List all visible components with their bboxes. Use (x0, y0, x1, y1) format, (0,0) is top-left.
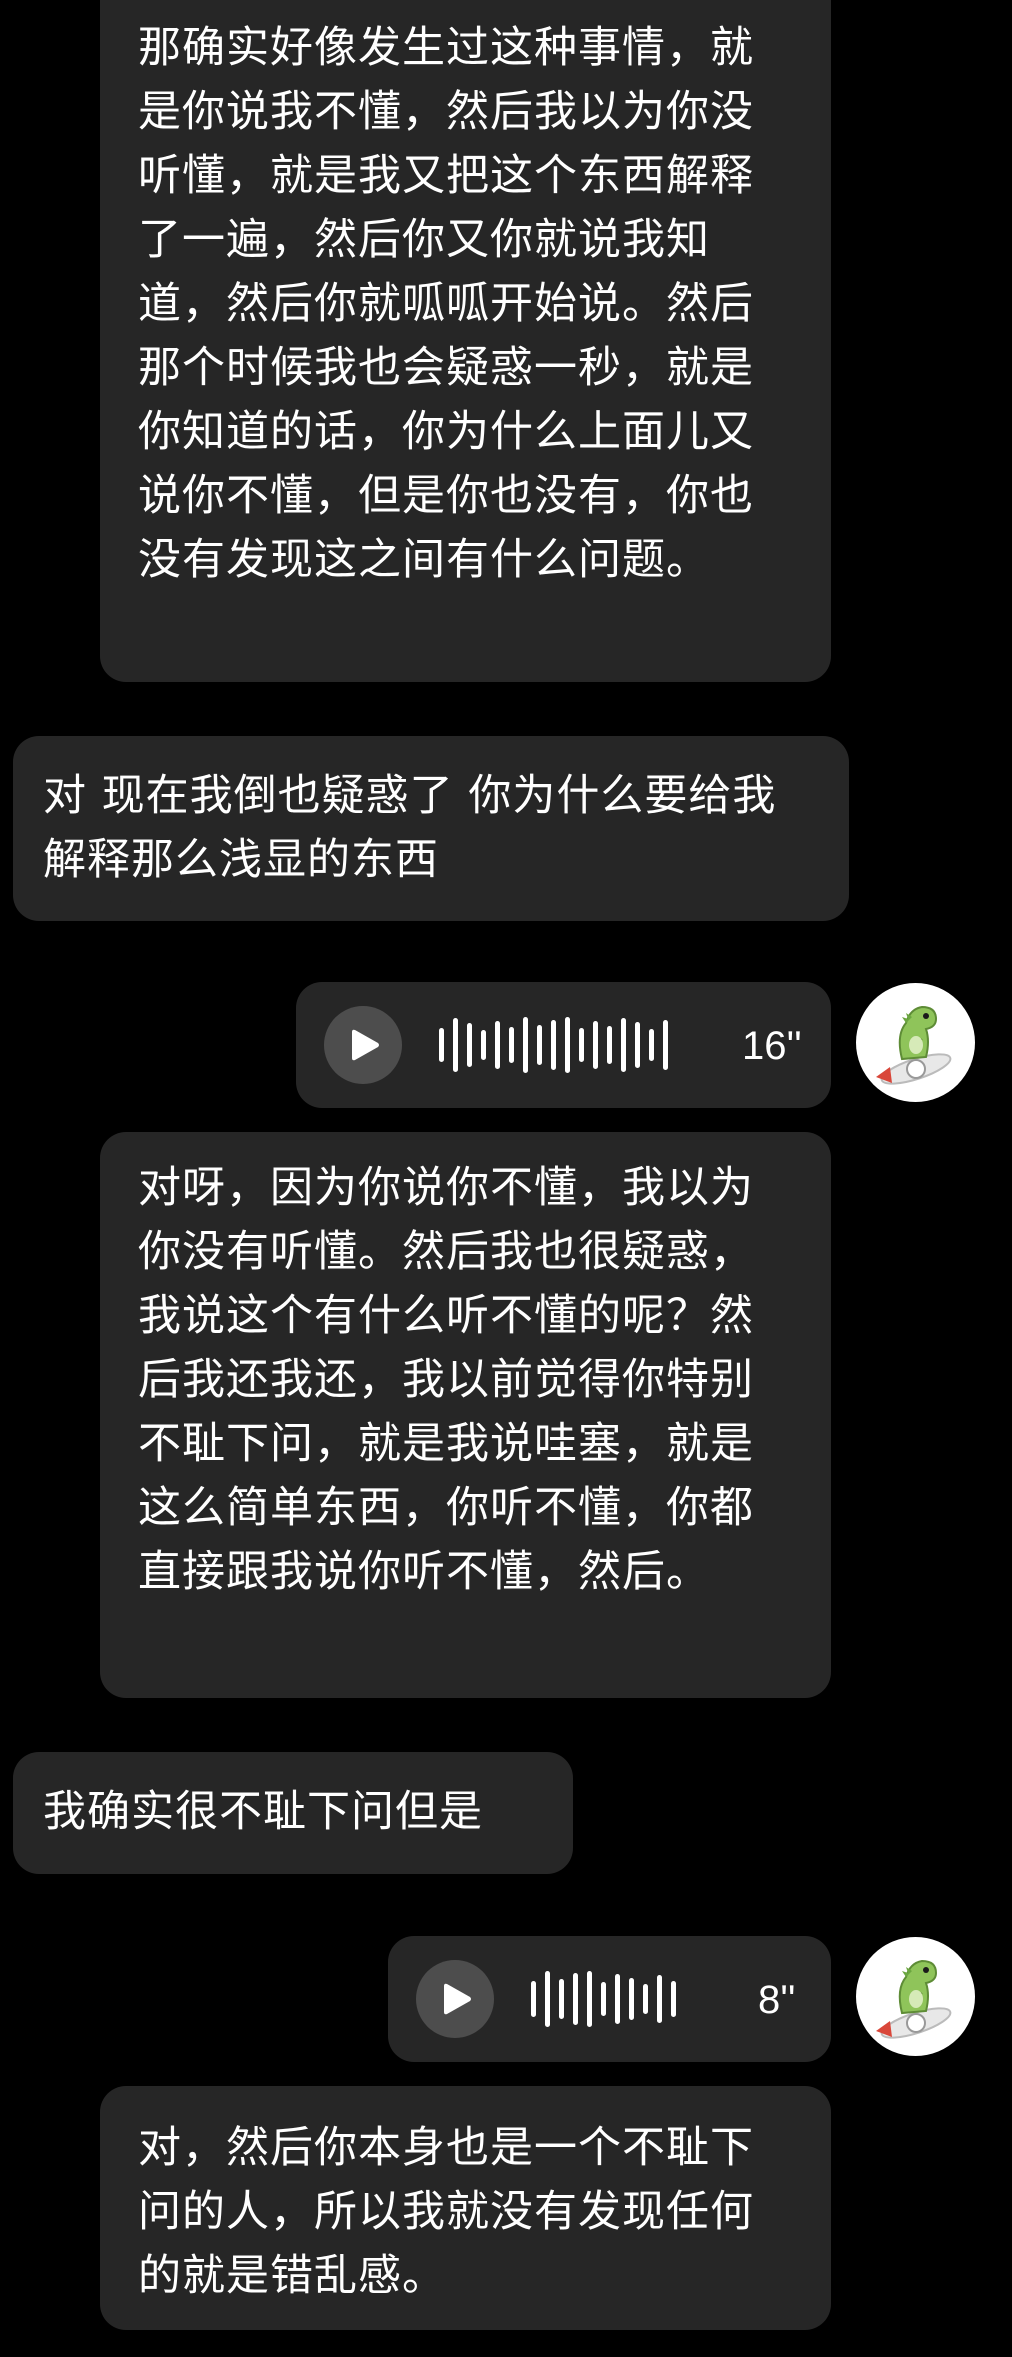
transcript-text: 对呀，因为你说你不懂，我以为你没有听懂。然后我也很疑惑，我说这个有什么听不懂的呢… (138, 1163, 754, 1597)
voice-duration: 8'' (758, 1978, 796, 2022)
message-text: 我确实很不耻下问但是 (43, 1787, 483, 1837)
waveform (531, 1969, 676, 2029)
user-avatar[interactable] (856, 983, 975, 1102)
voice-message-bubble[interactable]: 16'' (296, 982, 831, 1108)
voice-duration: 16'' (742, 1024, 802, 1068)
voice-message-bubble[interactable]: 8'' (388, 1936, 831, 2062)
incoming-message-bubble[interactable]: 对 现在我倒也疑惑了 你为什么要给我解释那么浅显的东西 (13, 736, 849, 921)
transcript-text: 对，然后你本身也是一个不耻下问的人，所以我就没有发现任何的就是错乱感。 (138, 2123, 754, 2301)
user-avatar[interactable] (856, 1937, 975, 2056)
voice-transcript-bubble: 那确实好像发生过这种事情，就是你说我不懂，然后我以为你没听懂，就是我又把这个东西… (100, 0, 831, 682)
transcript-text: 那确实好像发生过这种事情，就是你说我不懂，然后我以为你没听懂，就是我又把这个东西… (138, 23, 754, 585)
dinosaur-rocket-icon (876, 1959, 952, 2039)
voice-transcript-bubble: 对，然后你本身也是一个不耻下问的人，所以我就没有发现任何的就是错乱感。 (100, 2086, 831, 2330)
message-text: 对 现在我倒也疑惑了 你为什么要给我解释那么浅显的东西 (43, 771, 777, 885)
voice-transcript-bubble: 对呀，因为你说你不懂，我以为你没有听懂。然后我也很疑惑，我说这个有什么听不懂的呢… (100, 1132, 831, 1698)
play-button[interactable] (416, 1960, 494, 2038)
play-icon (351, 1029, 379, 1061)
play-button[interactable] (324, 1006, 402, 1084)
dinosaur-rocket-icon (876, 1005, 952, 1085)
play-icon (443, 1983, 471, 2015)
waveform (439, 1015, 668, 1075)
incoming-message-bubble[interactable]: 我确实很不耻下问但是 (13, 1752, 573, 1874)
